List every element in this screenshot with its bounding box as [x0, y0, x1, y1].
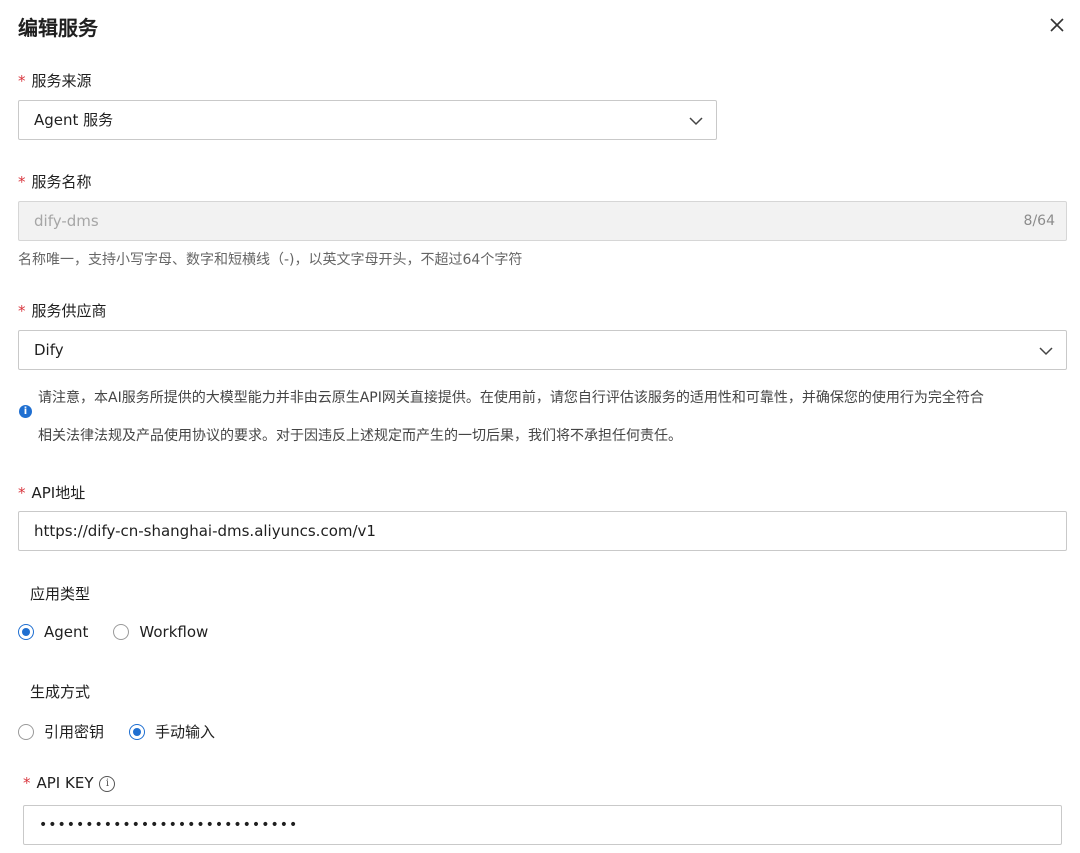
required-mark: *	[18, 173, 26, 191]
close-icon[interactable]	[1046, 14, 1068, 36]
service-source-label: * 服务来源	[18, 72, 92, 90]
radio-workflow[interactable]: Workflow	[113, 623, 208, 641]
dialog-title: 编辑服务	[18, 16, 98, 40]
required-mark: *	[23, 774, 31, 792]
service-name-help: 名称唯一，支持小写字母、数字和短横线（-)，以英文字母开头，不超过64个字符	[18, 252, 523, 268]
provider-select[interactable]: Dify	[18, 330, 1067, 370]
provider-label: * 服务供应商	[18, 302, 107, 320]
app-type-radio-group: Agent Workflow	[18, 623, 233, 641]
service-name-input[interactable]: dify-dms 8/64	[18, 201, 1067, 241]
service-name-label: * 服务名称	[18, 173, 92, 191]
radio-agent[interactable]: Agent	[18, 623, 88, 641]
chevron-down-icon	[689, 117, 703, 126]
required-mark: *	[18, 72, 26, 90]
chevron-down-icon	[1039, 347, 1053, 356]
radio-indicator	[18, 723, 34, 740]
radio-indicator	[113, 624, 130, 640]
gen-mode-radio-group: 引用密钥 手动输入	[18, 721, 240, 742]
service-source-select[interactable]: Agent 服务	[18, 100, 717, 140]
api-key-label: * API KEY i	[23, 774, 116, 792]
api-url-input[interactable]: https://dify-cn-shanghai-dms.aliyuncs.co…	[18, 511, 1067, 551]
char-counter: 8/64	[1023, 213, 1055, 229]
api-key-input[interactable]: ••••••••••••••••••••••••••••	[23, 805, 1062, 845]
gen-mode-label: 生成方式	[30, 683, 91, 701]
radio-reference-key[interactable]: 引用密钥	[18, 721, 104, 742]
radio-indicator	[129, 723, 146, 740]
required-mark: *	[18, 302, 26, 320]
info-icon: i	[19, 405, 32, 418]
required-mark: *	[18, 484, 26, 502]
api-url-label: * API地址	[18, 484, 86, 502]
info-icon[interactable]: i	[99, 775, 116, 792]
app-type-label: 应用类型	[30, 585, 91, 603]
radio-indicator	[18, 624, 34, 640]
provider-notice: 请注意，本AI服务所提供的大模型能力并非由云原生API网关直接提供。在使用前，请…	[38, 390, 984, 444]
radio-manual-input[interactable]: 手动输入	[129, 721, 215, 742]
